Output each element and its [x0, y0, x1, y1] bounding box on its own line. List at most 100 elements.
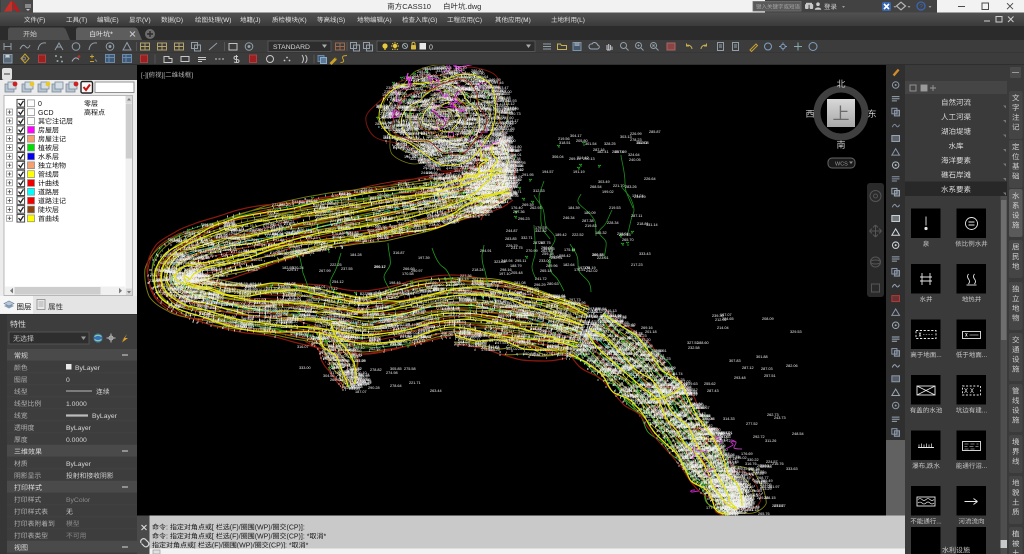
svg-text:282.06: 282.06: [786, 364, 798, 368]
svg-text:185.32: 185.32: [595, 231, 607, 235]
svg-text:324.64: 324.64: [628, 153, 640, 157]
svg-text:319.64: 319.64: [653, 421, 665, 425]
svg-text:287.43: 287.43: [707, 389, 719, 393]
svg-text:205.35: 205.35: [503, 172, 515, 176]
svg-text::: :: [166, 525, 168, 532]
svg-text:308.91: 308.91: [317, 337, 329, 341]
svg-text:196.06: 196.06: [520, 320, 532, 324]
svg-text:276.53: 276.53: [418, 328, 430, 332]
svg-text:271.68: 271.68: [272, 203, 284, 207]
svg-text:224.00: 224.00: [500, 124, 512, 128]
svg-text:317.02: 317.02: [330, 371, 342, 375]
svg-text:233.96: 233.96: [714, 444, 726, 448]
svg-text:233.16: 233.16: [158, 278, 170, 282]
svg-text:333.63: 333.63: [786, 467, 798, 471]
svg-text:290.28: 290.28: [368, 386, 380, 390]
svg-text:263.13: 263.13: [446, 126, 458, 130]
svg-text:298.46: 298.46: [480, 208, 492, 212]
svg-text:265.18: 265.18: [540, 269, 552, 273]
svg-text:205.57: 205.57: [772, 504, 784, 508]
svg-text:(CP)]:: (CP)]:: [287, 525, 305, 532]
svg-text:181.72: 181.72: [448, 313, 460, 317]
svg-text:][: ][: [162, 72, 166, 79]
svg-text:219.53: 219.53: [609, 206, 621, 210]
svg-text:242.63: 242.63: [283, 294, 295, 298]
svg-text:...: ...: [936, 352, 942, 359]
svg-text:(V): (V): [142, 17, 151, 24]
svg-text:264.23: 264.23: [659, 357, 671, 361]
svg-text:179.23: 179.23: [278, 285, 290, 289]
svg-text:179.78: 179.78: [535, 226, 547, 230]
svg-text:281.93: 281.93: [328, 323, 340, 327]
svg-text:248.54: 248.54: [792, 432, 804, 436]
svg-text:[: [: [212, 534, 214, 541]
svg-text:187.07: 187.07: [355, 390, 367, 394]
svg-text:ByLayer: ByLayer: [66, 461, 92, 468]
svg-text:...: ...: [982, 352, 988, 359]
svg-text:242.02: 242.02: [586, 269, 598, 273]
svg-text:0: 0: [66, 377, 70, 384]
svg-text:197.39: 197.39: [418, 256, 430, 260]
svg-text:...: ...: [982, 463, 988, 470]
svg-text:282.91: 282.91: [303, 251, 315, 255]
svg-text:278.23: 278.23: [630, 138, 642, 142]
svg-text:202.94: 202.94: [246, 238, 258, 242]
svg-text:263.69: 263.69: [296, 286, 308, 290]
svg-text:219.83: 219.83: [585, 224, 597, 228]
svg-text:270.15: 270.15: [461, 75, 473, 79]
svg-text:228.23: 228.23: [200, 250, 212, 254]
svg-text:326.33: 326.33: [402, 312, 414, 316]
svg-text:(F): (F): [37, 17, 45, 24]
svg-text:296.23: 296.23: [518, 217, 530, 221]
svg-text:171.30: 171.30: [662, 435, 674, 439]
svg-text:301.88: 301.88: [756, 355, 768, 359]
svg-text:222.09: 222.09: [373, 313, 385, 317]
svg-text:173.15: 173.15: [247, 323, 259, 327]
svg-text:255.31: 255.31: [494, 187, 506, 191]
svg-text:189.42: 189.42: [555, 233, 567, 237]
svg-text:171.78: 171.78: [221, 303, 233, 307]
svg-text:178.71: 178.71: [565, 312, 577, 316]
svg-text:263.44: 263.44: [430, 389, 442, 393]
svg-text:286.27: 286.27: [346, 312, 358, 316]
svg-text:279.13: 279.13: [546, 352, 558, 356]
svg-text:309.96: 309.96: [574, 301, 586, 305]
svg-text:267.75: 267.75: [539, 241, 551, 245]
svg-text:287.03: 287.03: [761, 367, 773, 371]
svg-text:313.61: 313.61: [488, 345, 500, 349]
svg-text:276.42: 276.42: [277, 298, 289, 302]
svg-text:175.52: 175.52: [516, 315, 528, 319]
svg-text:194.57: 194.57: [542, 170, 554, 174]
svg-text:301.92: 301.92: [556, 329, 568, 333]
svg-text:265.76: 265.76: [758, 512, 770, 516]
svg-text:334.46: 334.46: [711, 431, 723, 435]
svg-text:176.51: 176.51: [574, 268, 586, 272]
svg-text:243.42: 243.42: [409, 340, 421, 344]
svg-text:304.02: 304.02: [506, 347, 518, 351]
svg-text:175.11: 175.11: [564, 248, 575, 252]
svg-text:243.79: 243.79: [395, 92, 407, 96]
svg-text:1.0000: 1.0000: [66, 401, 87, 408]
svg-text:208.99: 208.99: [500, 197, 512, 201]
svg-text:238.80: 238.80: [429, 223, 441, 227]
svg-text:247.42: 247.42: [385, 318, 397, 322]
svg-text:208.02: 208.02: [441, 156, 453, 160]
svg-text:259.52: 259.52: [472, 281, 484, 285]
svg-text:277.62: 277.62: [235, 241, 247, 245]
svg-text:306.04: 306.04: [552, 155, 564, 159]
svg-text:[: [: [194, 543, 196, 550]
svg-text:177.12: 177.12: [326, 287, 338, 291]
svg-text:ByLayer: ByLayer: [75, 365, 101, 372]
svg-text:238.16: 238.16: [276, 308, 288, 312]
svg-text:228.34: 228.34: [607, 221, 619, 225]
svg-text:323.59: 323.59: [755, 471, 767, 475]
svg-text:318.48: 318.48: [270, 314, 282, 318]
svg-text:209.06: 209.06: [567, 351, 579, 355]
svg-text::: :: [166, 534, 168, 541]
svg-text:308.67: 308.67: [505, 108, 517, 112]
svg-text:221.70: 221.70: [613, 184, 625, 188]
svg-text:283.11: 283.11: [402, 204, 413, 208]
svg-text:326.85: 326.85: [343, 372, 355, 376]
svg-text:324.77: 324.77: [400, 190, 412, 194]
svg-text:319.67: 319.67: [698, 406, 710, 410]
